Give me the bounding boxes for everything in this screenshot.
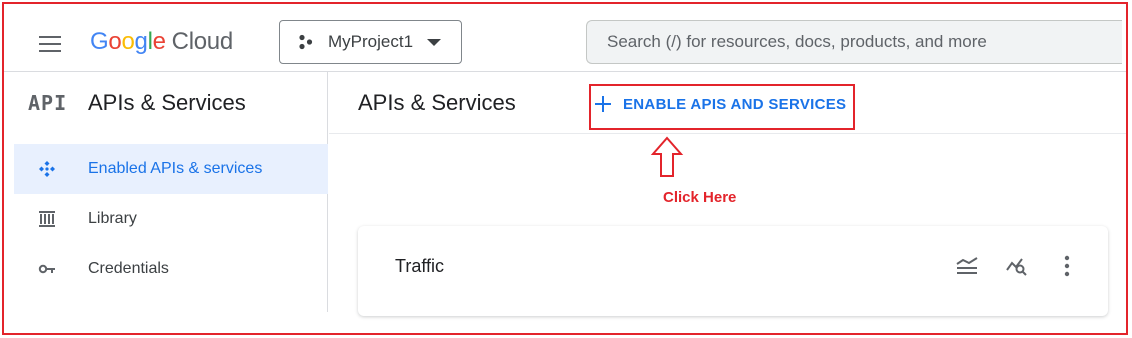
top-bar: Google Cloud MyProject1 — [4, 4, 1126, 72]
chevron-down-icon — [427, 38, 442, 46]
more-vert-icon[interactable] — [1055, 254, 1079, 278]
sidebar-item-enabled-apis[interactable]: Enabled APIs & services — [14, 144, 328, 194]
logo-letter: o — [121, 28, 135, 55]
chart-legend-icon[interactable] — [955, 254, 979, 278]
traffic-card: Traffic — [358, 226, 1108, 316]
project-selector[interactable]: MyProject1 — [279, 20, 462, 64]
api-icon: API — [28, 91, 68, 115]
sidebar-item-label: Credentials — [88, 260, 169, 277]
divider — [329, 133, 1126, 134]
project-name: MyProject1 — [328, 32, 414, 51]
sidebar-item-label: Enabled APIs & services — [88, 160, 263, 177]
logo-suffix: Cloud — [171, 28, 234, 55]
logo-letter: o — [108, 28, 122, 55]
hamburger-menu-icon[interactable] — [37, 34, 63, 54]
key-icon — [38, 264, 55, 274]
search-input[interactable] — [607, 32, 1122, 52]
logo-letter: g — [134, 28, 148, 55]
sidebar-item-credentials[interactable]: Credentials — [14, 244, 328, 294]
logo-letter: e — [152, 28, 166, 55]
sidebar-title: APIs & Services — [88, 90, 246, 115]
annotation-up-arrow-icon — [650, 136, 684, 177]
explore-metrics-icon[interactable] — [1005, 254, 1029, 278]
enabled-apis-icon — [39, 161, 55, 177]
annotation-label: Click Here — [663, 189, 737, 206]
sidebar-item-label: Library — [88, 210, 137, 227]
sidebar-item-library[interactable]: Library — [14, 194, 328, 244]
sidebar: API APIs & Services Enabled APIs & servi… — [4, 72, 328, 312]
logo-letter: G — [90, 28, 109, 55]
project-dots-icon — [299, 34, 313, 50]
annotation-highlight-box — [589, 84, 855, 130]
page-title: APIs & Services — [358, 90, 516, 115]
library-icon — [39, 211, 55, 227]
google-cloud-logo[interactable]: Google Cloud — [90, 28, 233, 56]
card-title: Traffic — [395, 256, 445, 276]
search-bar[interactable] — [586, 20, 1122, 64]
